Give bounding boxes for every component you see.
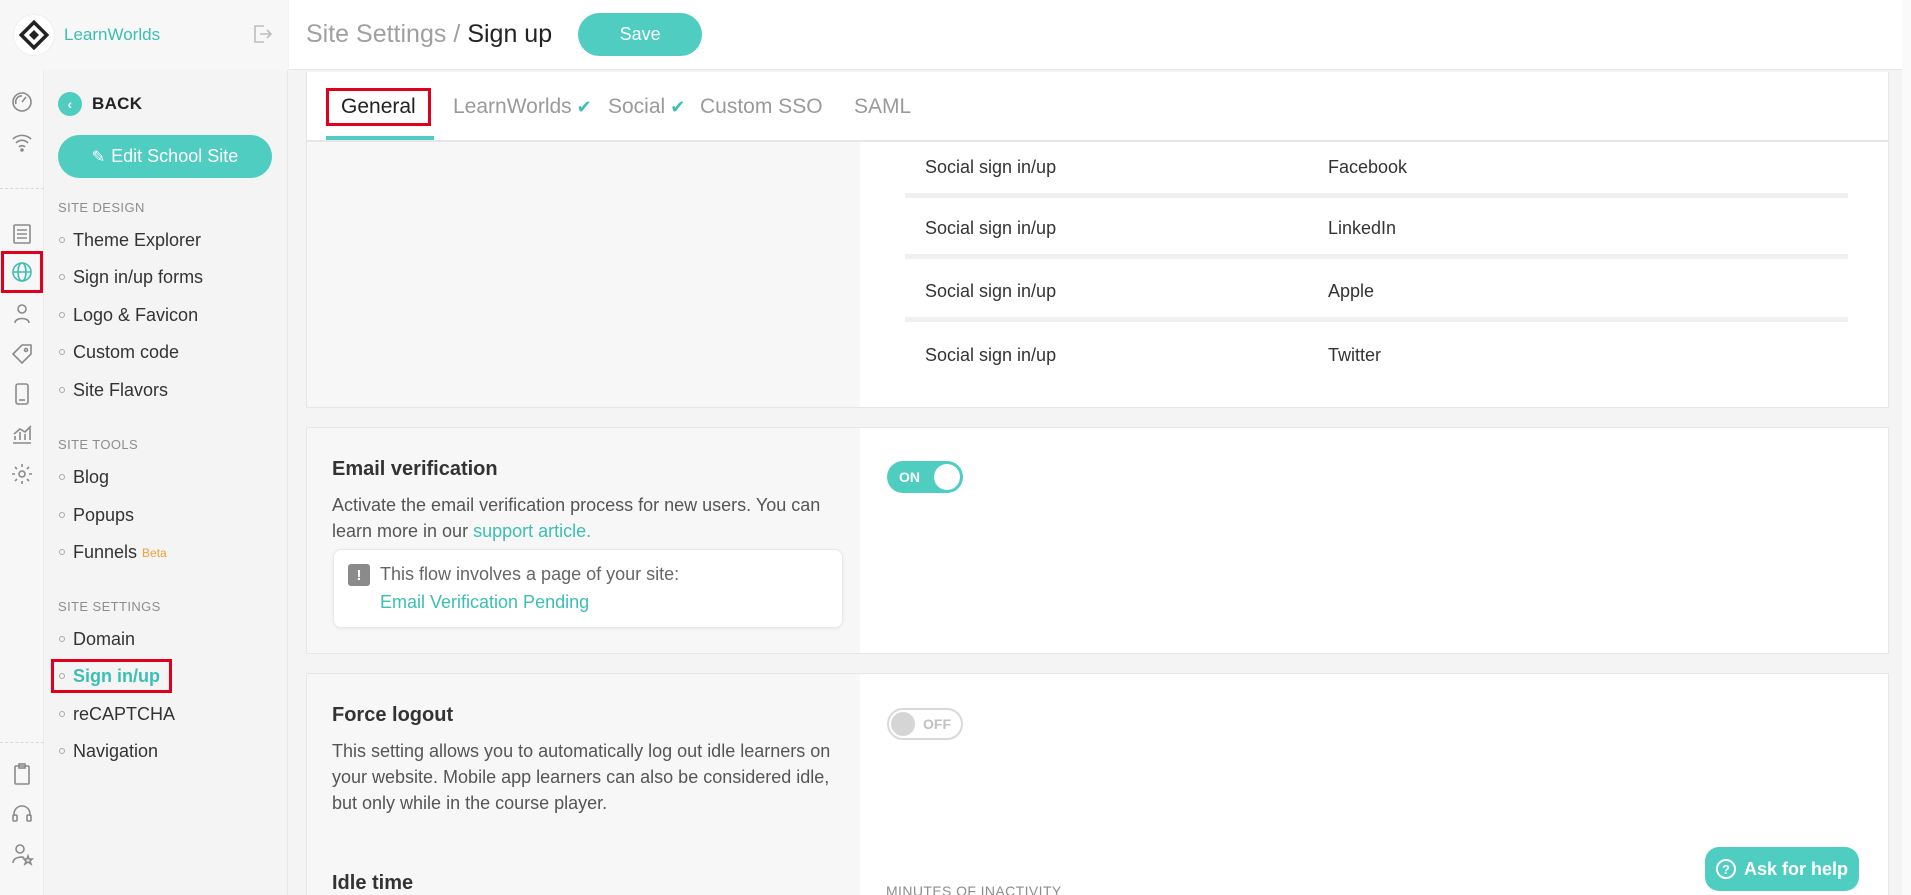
section-site-settings: SITE SETTINGS: [58, 599, 161, 614]
flow-notice: ! This flow involves a page of your site…: [333, 549, 843, 628]
force-logout-description: This setting allows you to automatically…: [332, 741, 831, 813]
ask-for-help-button[interactable]: ? Ask for help: [1705, 847, 1859, 891]
table-row: Social sign in/up LinkedIn: [905, 203, 1848, 259]
tab-custom-sso[interactable]: Custom SSO: [700, 88, 823, 126]
chevron-left-icon: ‹: [58, 92, 82, 116]
sidebar-item-popups[interactable]: Popups: [58, 502, 134, 528]
edit-school-site-button[interactable]: ✎ Edit School Site: [58, 135, 272, 178]
save-button[interactable]: Save: [578, 13, 703, 56]
tab-saml[interactable]: SAML: [854, 88, 911, 126]
table-row: Social sign in/up Facebook: [905, 142, 1848, 198]
sidebar-item-theme-explorer[interactable]: Theme Explorer: [58, 227, 201, 253]
page-title: Sign up: [467, 20, 553, 48]
idle-time-title: Idle time: [332, 872, 414, 894]
exclamation-icon: !: [348, 564, 370, 586]
wifi-icon[interactable]: [8, 128, 36, 156]
logout-icon[interactable]: [250, 22, 274, 46]
user-star-icon[interactable]: [8, 840, 36, 868]
sidebar-item-logo-favicon[interactable]: Logo & Favicon: [58, 302, 198, 328]
beta-badge: Beta: [142, 546, 167, 560]
force-logout-card: Force logout This setting allows you to …: [306, 673, 1889, 895]
tab-social[interactable]: Social ✔: [608, 88, 685, 126]
brand-name: LearnWorlds: [64, 25, 161, 44]
icon-rail: [0, 0, 44, 895]
email-verification-toggle[interactable]: ON: [887, 461, 963, 493]
tag-icon[interactable]: [8, 340, 36, 368]
sidebar-item-sign-in-up[interactable]: Sign in/up: [51, 659, 172, 693]
table-row: Social sign in/up Apple: [905, 266, 1848, 322]
email-verification-card: Email verification Activate the email ve…: [306, 427, 1889, 654]
back-link[interactable]: ‹ BACK: [58, 92, 142, 116]
question-icon: ?: [1715, 859, 1736, 879]
email-verification-description: Activate the email verification process …: [332, 495, 821, 541]
pencil-icon: ✎: [91, 148, 106, 166]
breadcrumb-parent[interactable]: Site Settings: [306, 20, 446, 49]
force-logout-toggle[interactable]: OFF: [887, 708, 963, 740]
force-logout-title: Force logout: [332, 704, 454, 726]
mobile-icon[interactable]: [8, 380, 36, 408]
support-article-link[interactable]: support article.: [473, 521, 591, 541]
tab-learnworlds[interactable]: LearnWorlds ✔: [453, 88, 592, 126]
sidebar: LearnWorlds ‹ BACK ✎ Edit School Site SI…: [0, 0, 288, 895]
sidebar-item-funnels[interactable]: Funnels Beta: [58, 539, 167, 565]
tab-general[interactable]: General: [326, 88, 431, 126]
section-site-design: SITE DESIGN: [58, 200, 145, 215]
gear-icon[interactable]: [8, 460, 36, 488]
user-icon[interactable]: [8, 300, 36, 328]
rail-divider: [0, 188, 44, 189]
brand-bar: LearnWorlds: [0, 0, 288, 70]
edit-school-site-label: Edit School Site: [111, 146, 239, 166]
check-icon: ✔: [670, 96, 686, 117]
settings-tabs: General LearnWorlds ✔ Social ✔ Custom SSO …: [306, 72, 1889, 141]
email-verification-pending-link[interactable]: Email Verification Pending: [380, 592, 589, 613]
sidebar-item-domain[interactable]: Domain: [58, 626, 135, 652]
page-header: Site Settings / Sign up Save: [289, 0, 1911, 70]
table-row: Social sign in/up Twitter: [925, 344, 1382, 365]
breadcrumb-separator: /: [453, 20, 461, 48]
scrollbar[interactable]: [1902, 0, 1911, 895]
back-label: BACK: [92, 94, 143, 113]
sign-in-methods-card: Social sign in/up Facebook Social sign i…: [306, 141, 1889, 408]
globe-icon[interactable]: [1, 251, 43, 293]
section-site-tools: SITE TOOLS: [58, 437, 139, 452]
sidebar-item-site-flavors[interactable]: Site Flavors: [58, 377, 168, 403]
email-verification-title: Email verification: [332, 458, 498, 480]
analytics-icon[interactable]: [8, 420, 36, 448]
learnworlds-logo-icon[interactable]: [14, 15, 54, 55]
active-tab-indicator: [326, 136, 434, 140]
clipboard-icon[interactable]: [8, 760, 36, 788]
sidebar-item-custom-code[interactable]: Custom code: [58, 339, 179, 365]
sidebar-item-recaptcha[interactable]: reCAPTCHA: [58, 701, 175, 727]
pages-icon[interactable]: [8, 220, 36, 248]
headset-icon[interactable]: [8, 800, 36, 828]
check-icon: ✔: [576, 96, 592, 117]
sidebar-item-blog[interactable]: Blog: [58, 464, 109, 490]
sidebar-item-navigation[interactable]: Navigation: [58, 738, 158, 764]
minutes-of-inactivity-label: MINUTES OF INACTIVITY: [886, 883, 1062, 895]
sidebar-item-sign-in-up-forms[interactable]: Sign in/up forms: [58, 264, 203, 290]
speedometer-icon[interactable]: [8, 88, 36, 116]
rail-divider: [0, 742, 44, 743]
